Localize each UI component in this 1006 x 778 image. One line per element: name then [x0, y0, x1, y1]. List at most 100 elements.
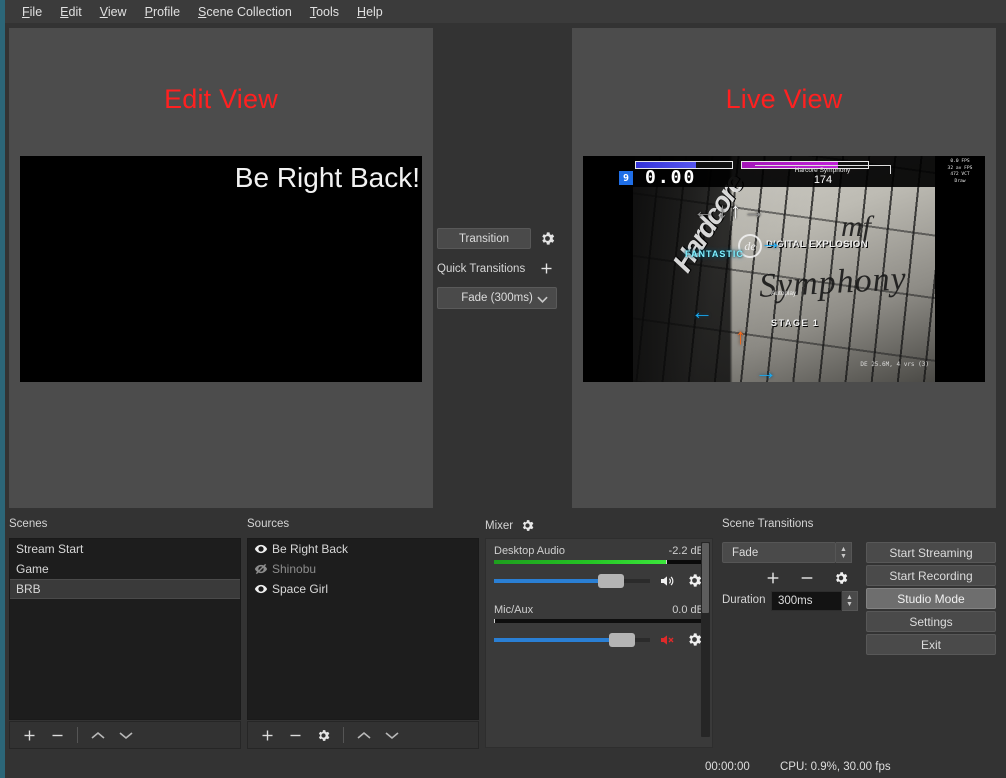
settings-button[interactable]: Settings — [866, 611, 996, 632]
mixer-track-level: 0.0 dB — [672, 604, 704, 616]
game-version-label: DE 25.6M, 4 vrs (3) — [860, 361, 929, 368]
scenes-dock-title: Scenes — [9, 518, 47, 530]
quick-transitions-row: Quick Transitions — [437, 260, 555, 277]
scenes-list[interactable]: Stream Start Game BRB — [9, 538, 241, 720]
start-streaming-button[interactable]: Start Streaming — [866, 542, 996, 563]
quick-transition-fade-button[interactable]: Fade (300ms) — [437, 287, 557, 309]
transition-type-spinner[interactable]: ▲ ▼ — [836, 542, 852, 563]
mixer-track-header: Desktop Audio -2.2 dB — [494, 545, 704, 557]
volume-slider-handle[interactable] — [609, 633, 635, 647]
transition-properties-gear-icon[interactable] — [828, 567, 854, 589]
scene-name: Stream Start — [16, 542, 83, 556]
source-name: Be Right Back — [272, 542, 348, 556]
menu-edit[interactable]: Edit — [51, 2, 91, 22]
mixer-volume-row — [494, 631, 704, 657]
volume-slider[interactable] — [494, 638, 650, 642]
mixer-track-mic-aux: Mic/Aux 0.0 dB — [486, 598, 712, 657]
volume-slider-fill — [494, 638, 619, 642]
move-source-up-button[interactable] — [351, 724, 377, 746]
remove-transition-button[interactable] — [794, 567, 820, 589]
sources-list[interactable]: Be Right Back Shinobu Space Girl — [247, 538, 479, 720]
move-scene-down-button[interactable] — [113, 724, 139, 746]
source-list-item-space-girl[interactable]: Space Girl — [248, 579, 478, 599]
mixer-dock-title: Mixer — [485, 520, 513, 532]
mixer-track-level: -2.2 dB — [669, 545, 704, 557]
add-transition-button[interactable] — [760, 567, 786, 589]
mixer-level-meter-peak — [494, 619, 495, 623]
source-list-item-be-right-back[interactable]: Be Right Back — [248, 539, 478, 559]
start-recording-button[interactable]: Start Recording — [866, 565, 996, 586]
receptor-up-icon: ↑ — [730, 200, 741, 222]
menu-view[interactable]: View — [91, 2, 136, 22]
edit-view-panel[interactable]: Edit View Be Right Back! — [9, 28, 433, 508]
volume-slider[interactable] — [494, 579, 650, 583]
mixer-panel: Desktop Audio -2.2 dB — [485, 538, 713, 748]
source-list-item-shinobu[interactable]: Shinobu — [248, 559, 478, 579]
live-view-canvas[interactable]: Hardcore Symphony mf de DIGITAL EXPLOSIO… — [583, 156, 985, 382]
game-hud-top: 9 0.00 Harcore Symphony 174 0.0 FPS 32 a… — [583, 156, 985, 187]
sources-toolbar — [247, 721, 479, 749]
live-view-panel[interactable]: Live View Hardcore Symphony mf de DIGITA… — [572, 28, 996, 508]
mixer-track-name: Mic/Aux — [494, 604, 533, 616]
mixer-scrollbar-thumb[interactable] — [702, 543, 709, 613]
source-name: Space Girl — [272, 582, 328, 596]
game-song-bpm: 174 — [755, 174, 891, 186]
transition-button-row: Transition — [437, 228, 569, 249]
mixer-scrollbar[interactable] — [701, 542, 710, 737]
exit-button[interactable]: Exit — [866, 634, 996, 655]
obs-studio-window: FFileile Edit View Profile Scene Collect… — [0, 0, 1006, 778]
duration-label: Duration — [722, 594, 765, 606]
add-scene-button[interactable] — [16, 724, 42, 746]
quick-transition-fade-label: Fade (300ms) — [461, 292, 533, 304]
menu-scene-collection[interactable]: Scene Collection — [189, 2, 301, 22]
add-quick-transition-icon[interactable] — [538, 260, 555, 277]
transition-type-value: Fade — [732, 547, 758, 559]
toolbar-divider — [77, 727, 78, 743]
menu-file[interactable]: FFileile — [13, 2, 51, 22]
game-autoplay-label: Autoplay — [771, 290, 796, 297]
menu-profile[interactable]: Profile — [136, 2, 189, 22]
edit-view-source-text: Be Right Back! — [235, 162, 420, 194]
scene-list-item-brb[interactable]: BRB — [10, 579, 240, 599]
game-score-value: 0.00 — [645, 167, 696, 188]
transition-type-select[interactable]: Fade — [722, 542, 836, 563]
add-source-button[interactable] — [254, 724, 280, 746]
remove-source-button[interactable] — [282, 724, 308, 746]
duration-input[interactable]: 300ms — [771, 591, 842, 611]
transition-settings-gear-icon[interactable] — [539, 230, 556, 247]
mixer-level-meter — [494, 619, 704, 623]
mixer-volume-row — [494, 572, 704, 598]
studio-mode-button[interactable]: Studio Mode — [866, 588, 996, 609]
transition-button[interactable]: Transition — [437, 228, 531, 249]
receptor-left-icon: ← — [693, 200, 715, 222]
scene-list-item-game[interactable]: Game — [10, 559, 240, 579]
scene-transitions-toolbar — [760, 565, 860, 591]
mixer-settings-gear-icon[interactable] — [520, 518, 535, 533]
speaker-muted-icon[interactable] — [657, 632, 677, 648]
chevron-down-icon — [537, 296, 548, 303]
sources-dock-title: Sources — [247, 518, 289, 530]
scenes-toolbar — [9, 721, 241, 749]
edit-view-canvas[interactable]: Be Right Back! — [20, 156, 422, 382]
note-arrow-right-icon: → — [760, 231, 782, 253]
source-name: Shinobu — [272, 562, 316, 576]
volume-slider-handle[interactable] — [598, 574, 624, 588]
remove-scene-button[interactable] — [44, 724, 70, 746]
eye-off-icon[interactable] — [254, 562, 272, 576]
transition-controls: Transition Quick Transitions Fade (300ms… — [437, 228, 569, 309]
speaker-on-icon[interactable] — [657, 573, 677, 589]
menu-help[interactable]: Help — [348, 2, 392, 22]
note-arrow-left-icon: ← — [691, 301, 713, 323]
edit-view-label: Edit View — [9, 84, 433, 115]
scene-list-item-stream-start[interactable]: Stream Start — [10, 539, 240, 559]
eye-icon[interactable] — [254, 582, 272, 596]
mixer-track-header: Mic/Aux 0.0 dB — [494, 604, 704, 616]
move-source-down-button[interactable] — [379, 724, 405, 746]
source-properties-gear-icon[interactable] — [310, 724, 336, 746]
duration-spinner[interactable]: ▲ ▼ — [842, 591, 858, 611]
move-scene-up-button[interactable] — [85, 724, 111, 746]
mixer-track-desktop-audio: Desktop Audio -2.2 dB — [486, 539, 712, 598]
menu-tools[interactable]: Tools — [301, 2, 348, 22]
chevron-down-icon: ▼ — [846, 601, 853, 608]
eye-icon[interactable] — [254, 542, 272, 556]
